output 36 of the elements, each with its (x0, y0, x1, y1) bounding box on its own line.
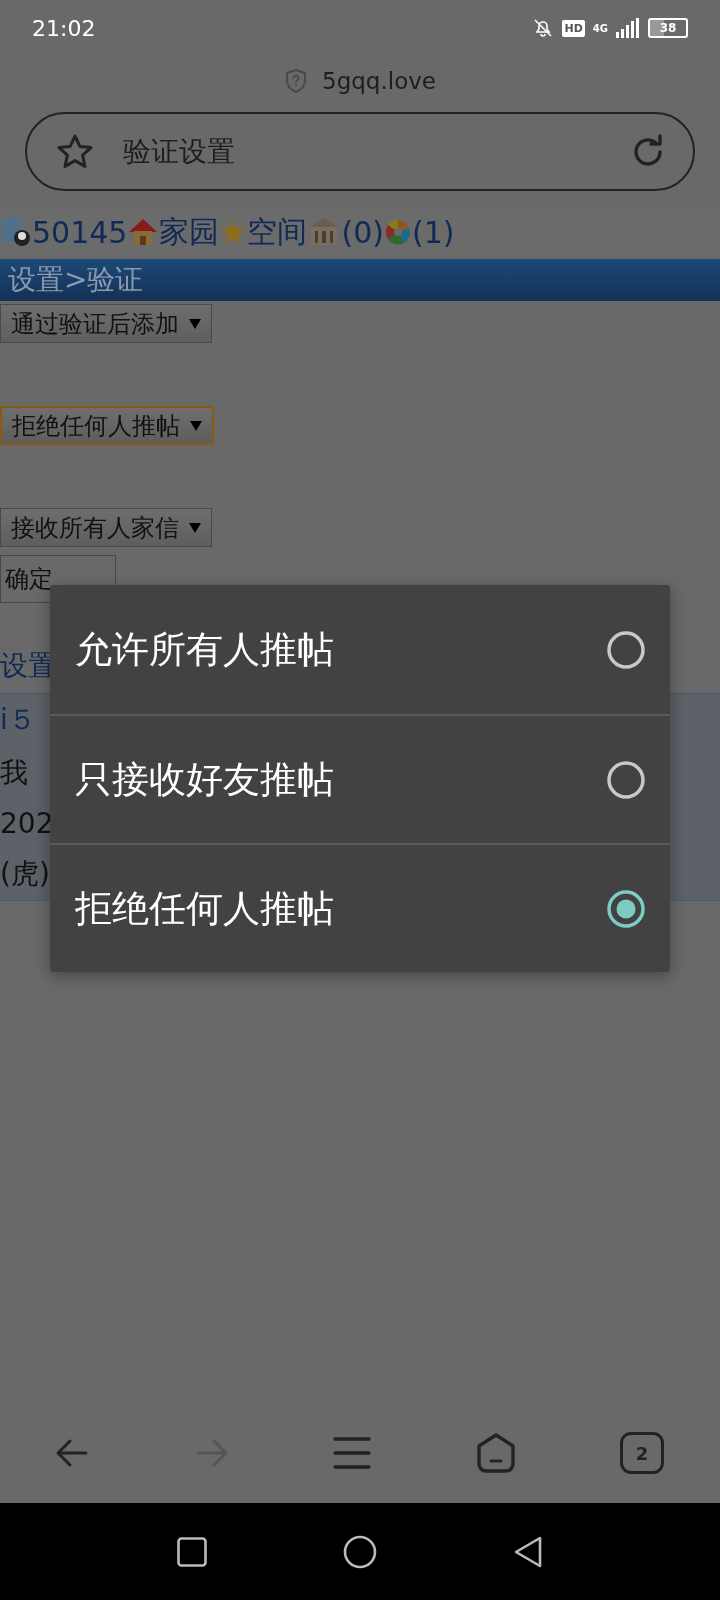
address-bar[interactable]: 验证设置 (25, 112, 695, 191)
nav-link[interactable]: 空间 (247, 211, 308, 253)
dropdown-select[interactable]: 拒绝任何人推帖 (0, 406, 214, 445)
tabs-button[interactable]: 2 (620, 1432, 664, 1474)
panel-text: 我 (0, 755, 28, 792)
caret-icon (189, 317, 201, 330)
nav-link[interactable]: 50145 (32, 214, 128, 250)
nav-link[interactable]: 家园 (159, 211, 220, 253)
recents-icon[interactable] (177, 1536, 207, 1567)
status-time: 21:02 (32, 15, 96, 41)
color-wheel-icon (383, 218, 412, 246)
site-host: 5gqq.love (322, 68, 436, 94)
dialog-option[interactable]: 只接收好友推帖 (50, 714, 670, 843)
back-triangle-icon[interactable] (513, 1534, 543, 1569)
dropdown-select[interactable]: 通过验证后添加 (0, 304, 212, 343)
nav-link[interactable]: (0) (341, 214, 384, 250)
dropdown-select[interactable]: 接收所有人家信 (0, 508, 212, 547)
battery-indicator: 38 (648, 18, 688, 38)
nav-link[interactable]: (1) (411, 214, 455, 250)
caret-icon (189, 521, 201, 534)
home-icon[interactable] (474, 1432, 517, 1474)
home-circle-icon[interactable] (343, 1534, 377, 1569)
panel-text: (虎) (0, 855, 50, 892)
radio-button[interactable] (606, 888, 646, 929)
shield-question-icon (284, 68, 308, 94)
signal-icon (616, 18, 640, 38)
user-icon (0, 216, 32, 248)
hd-badge: HD (562, 19, 585, 37)
page-header: 设置>验证 (0, 259, 720, 301)
caret-icon (190, 419, 202, 432)
network-type: 4G (592, 22, 608, 34)
radio-button[interactable] (606, 759, 646, 800)
dialog-option[interactable]: 拒绝任何人推帖 (50, 843, 670, 972)
panel-link[interactable]: i５ (0, 701, 36, 740)
radio-button[interactable] (606, 629, 646, 670)
menu-icon[interactable] (333, 1436, 371, 1470)
